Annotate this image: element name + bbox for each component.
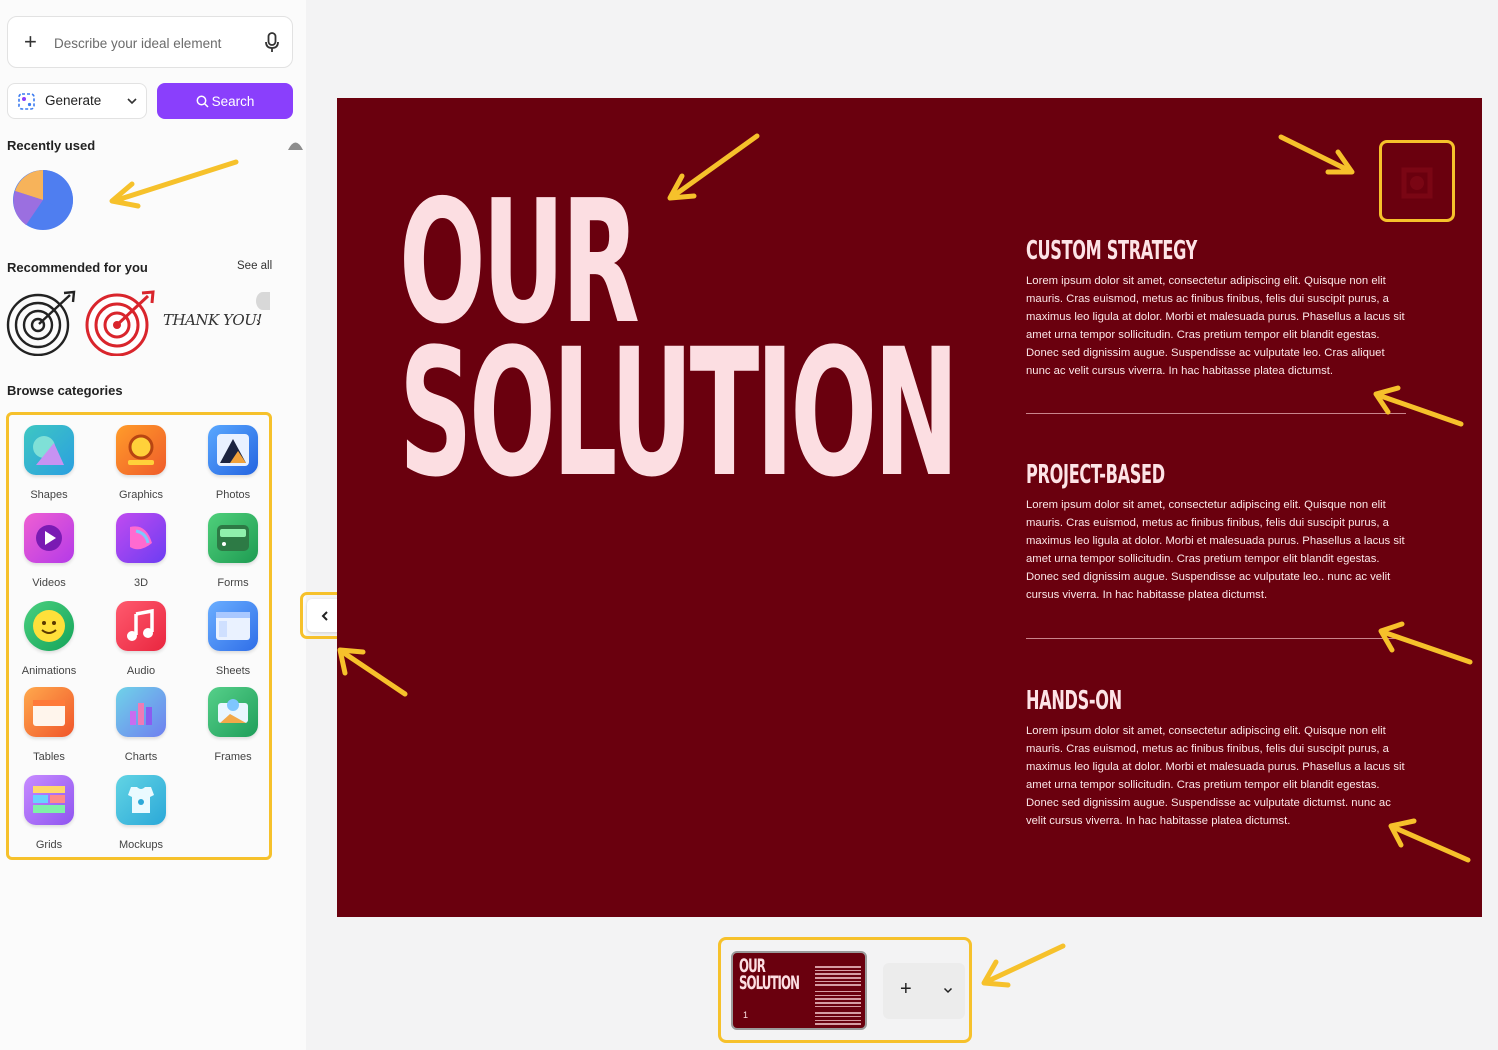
browse-categories-title: Browse categories [7,383,123,398]
chevron-right-icon[interactable]: › [256,313,261,329]
search-button[interactable]: Search [157,83,293,119]
chevron-down-icon [127,98,137,105]
target-red-element[interactable] [84,290,156,356]
section-body[interactable]: Lorem ipsum dolor sit amet, consectetur … [1026,272,1411,381]
recently-used-title: Recently used [7,138,96,153]
recommended-title: Recommended for you [7,260,148,275]
category-mockups[interactable]: Mockups [101,775,181,851]
grids-icon [24,775,74,825]
animations-icon [24,601,74,651]
section-heading[interactable]: HANDS-ON [1026,686,1265,716]
photos-icon [208,425,258,475]
forms-icon [208,513,258,563]
partial-element-preview [256,292,270,310]
describe-element-input[interactable] [54,31,254,55]
page-thumbnail[interactable]: OUR SOLUTION 1 [731,951,867,1030]
target-outline-element[interactable] [6,290,78,356]
category-animations[interactable]: Animations [9,601,89,677]
search-label: Search [211,93,255,109]
generate-dropdown[interactable]: Generate [7,83,147,119]
logo-mark-icon[interactable] [1396,162,1438,204]
section-hands-on: HANDS-ON Lorem ipsum dolor sit amet, con… [1026,686,1411,831]
category-photos[interactable]: Photos [193,425,273,501]
3d-icon [116,513,166,563]
page-number: 1 [743,1010,749,1020]
thumbnail-title: OUR SOLUTION [739,955,800,995]
generate-label: Generate [45,93,102,108]
shapes-icon [24,425,74,475]
tables-icon [24,687,74,737]
slide-title-line2[interactable]: SOLUTION [399,326,959,502]
microphone-icon[interactable] [264,31,280,55]
add-icon[interactable]: + [24,30,37,54]
slide-canvas[interactable]: OUR SOLUTION CUSTOM STRATEGY Lorem ipsum… [337,98,1482,917]
section-body[interactable]: Lorem ipsum dolor sit amet, consectetur … [1026,496,1411,605]
section-heading[interactable]: CUSTOM STRATEGY [1026,236,1265,266]
charts-icon [116,687,166,737]
search-icon [196,95,209,108]
category-shapes[interactable]: Shapes [9,425,89,501]
category-videos[interactable]: Videos [9,513,89,589]
category-audio[interactable]: Audio [101,601,181,677]
chevron-down-icon[interactable] [943,985,953,995]
collapse-section-icon[interactable] [287,139,304,151]
videos-icon [24,513,74,563]
frames-icon [208,687,258,737]
thank-you-element[interactable]: THANK YOU! [163,311,262,329]
elements-panel: + Generate Search Recently used [0,0,306,1050]
chevron-left-icon [321,610,328,621]
section-heading[interactable]: PROJECT-BASED [1026,460,1265,490]
generate-icon [18,93,35,110]
section-project-based: PROJECT-BASED Lorem ipsum dolor sit amet… [1026,460,1411,605]
pie-chart-element[interactable] [12,169,74,231]
section-body[interactable]: Lorem ipsum dolor sit amet, consectetur … [1026,722,1411,831]
category-frames[interactable]: Frames [193,687,273,763]
section-custom-strategy: CUSTOM STRATEGY Lorem ipsum dolor sit am… [1026,236,1411,381]
categories-grid: Shapes Graphics Photos Videos 3D Forms A… [6,412,272,860]
category-sheets[interactable]: Sheets [193,601,273,677]
category-graphics[interactable]: Graphics [101,425,181,501]
category-forms[interactable]: Forms [193,513,273,589]
see-all-link[interactable]: See all [237,260,272,272]
prompt-bar: + [7,16,293,68]
add-page-button[interactable]: + [883,963,965,1019]
add-icon: + [900,978,912,1000]
divider-line [1026,638,1406,639]
category-tables[interactable]: Tables [9,687,89,763]
category-charts[interactable]: Charts [101,687,181,763]
thumbnail-text-lines [815,966,861,1027]
category-3d[interactable]: 3D [101,513,181,589]
audio-icon [116,601,166,651]
graphics-icon [116,425,166,475]
sheets-icon [208,601,258,651]
divider-line [1026,413,1406,414]
category-grids[interactable]: Grids [9,775,89,851]
mockups-icon [116,775,166,825]
